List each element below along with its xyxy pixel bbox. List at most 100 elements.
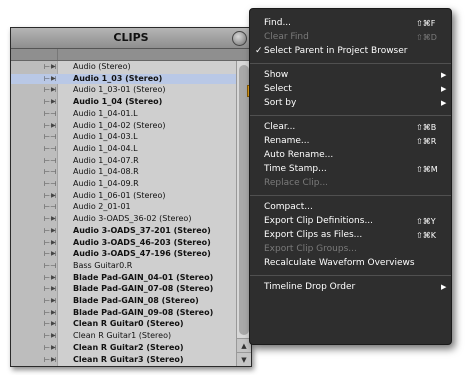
menu-item-label: Rename... [264,136,310,146]
clip-glyph-icon: ⊢⊣ [44,144,57,153]
clip-row[interactable]: ⊢⊣ ▶ Audio 1_06-01 (Stereo) [11,191,236,202]
clip-row[interactable]: ⊢⊣ ▶ Audio 3-OADS_47-196 (Stereo) [11,249,236,260]
menu-separator [250,63,451,64]
menu-item-label: Recalculate Waveform Overviews [264,258,415,268]
clip-row[interactable]: ⊢⊣ ▶ Clean R Guitar3 (Stereo) [11,355,236,366]
clip-row[interactable]: ⊢⊣ ▶ Clean R Guitar1 (Stereo) [11,331,236,342]
clip-row[interactable]: ⊢⊣ Audio 1_04-09.R [11,179,236,190]
menu-item-export-clips-as-files[interactable]: Export Clips as Files... ⇧⌘K [250,229,451,242]
menu-item-compact[interactable]: Compact... [250,201,451,214]
clip-row[interactable]: ⊢⊣ ▶ Audio 3-OADS_36-02 (Stereo) [11,214,236,225]
menu-item-label: Compact... [264,202,313,212]
clip-row[interactable]: ⊢⊣ ▶ Blade Pad-GAIN_07-08 (Stereo) [11,284,236,295]
clip-name: Audio 1_03-01 (Stereo) [73,85,166,95]
menu-item-select[interactable]: Select ▶ [250,83,451,96]
submenu-arrow-icon: ▶ [441,71,447,79]
clip-name: Clean R Guitar3 (Stereo) [73,354,184,364]
clip-row[interactable]: ⊢⊣ ▶ Audio 1_03 (Stereo) [11,73,236,85]
disclosure-triangle-icon[interactable]: ▶ [51,97,56,108]
disclosure-triangle-icon[interactable]: ▶ [51,296,56,307]
menu-item-replace-clip: Replace Clip... [250,177,451,190]
clip-name: Audio 3-OADS_37-201 (Stereo) [73,225,211,235]
menu-item-label: Clear... [264,122,296,132]
clip-name: Audio 1_04-03.L [73,132,138,142]
disclosure-triangle-icon[interactable]: ▶ [51,249,56,260]
clip-row[interactable]: ⊢⊣ ▶ Clean R Guitar2 (Stereo) [11,343,236,354]
menu-item-clear[interactable]: Clear... ⇧⌘B [250,121,451,134]
menu-item-rename[interactable]: Rename... ⇧⌘R [250,135,451,148]
clip-row[interactable]: ⊢⊣ ▶ Audio 1_04-02 (Stereo) [11,121,236,132]
menu-item-show[interactable]: Show ▶ [250,69,451,82]
clip-glyph-icon: ⊢⊣ [44,180,57,188]
clips-panel: CLIPS ⊢⊣ ▶ Audio (Stereo) ⊢⊣ ▶ Audio 1_03 (St… [10,27,252,367]
clip-name: Audio 1_04-07.R [73,155,139,165]
disclosure-triangle-icon[interactable]: ▶ [51,74,56,85]
clip-name: Audio 1_06-01 (Stereo) [73,190,166,200]
clip-row[interactable]: ⊢⊣ ▶ Audio 3-OADS_46-203 (Stereo) [11,238,236,249]
clip-row[interactable]: ⊢⊣ ▶ Audio (Stereo) [11,62,236,73]
menu-item-timeline-drop-order[interactable]: Timeline Drop Order ▶ [250,281,451,294]
menu-item-time-stamp[interactable]: Time Stamp... ⇧⌘M [250,163,451,176]
menu-item-sort-by[interactable]: Sort by ▶ [250,97,451,110]
menu-item-label: Export Clip Definitions... [264,216,374,226]
disclosure-triangle-icon[interactable]: ▶ [51,238,56,249]
menu-item-auto-rename[interactable]: Auto Rename... [250,149,451,162]
menu-item-shortcut: ⇧⌘M [416,165,438,174]
disclosure-triangle-icon[interactable]: ▶ [51,273,56,284]
disclosure-triangle-icon[interactable]: ▶ [51,62,56,73]
menu-item-recalculate-waveform-overviews[interactable]: Recalculate Waveform Overviews [250,257,451,270]
disclosure-triangle-icon[interactable]: ▶ [51,121,56,132]
clip-glyph-icon: ⊢⊣ [44,133,57,142]
disclosure-triangle-icon[interactable]: ▶ [51,85,56,96]
menu-item-export-clip-definitions[interactable]: Export Clip Definitions... ⇧⌘Y [250,215,451,228]
disclosure-triangle-icon[interactable]: ▶ [51,343,56,354]
checkmark-icon: ✓ [255,46,263,56]
clip-row[interactable]: ⊢⊣ Audio 1_04-08.R [11,167,236,178]
disclosure-triangle-icon[interactable]: ▶ [51,226,56,237]
submenu-arrow-icon: ▶ [441,99,447,107]
clip-row[interactable]: ⊢⊣ ▶ Audio 3-OADS_37-201 (Stereo) [11,226,236,237]
menu-item-find[interactable]: Find... ⇧⌘F [250,17,451,30]
clip-row[interactable]: ⊢⊣ Audio 2_01-01 [11,202,236,213]
disclosure-triangle-icon[interactable]: ▶ [51,331,56,342]
clip-row[interactable]: ⊢⊣ Audio 1_04-04.L [11,144,236,155]
menu-separator [250,115,451,116]
disclosure-triangle-icon[interactable]: ▶ [51,308,56,319]
clip-row[interactable]: ⊢⊣ Audio 1_04-01.L [11,109,236,120]
clip-row[interactable]: ⊢⊣ ▶ Blade Pad-GAIN_08 (Stereo) [11,296,236,307]
menu-separator [250,195,451,196]
menu-item-shortcut: ⇧⌘K [416,231,436,240]
clip-row[interactable]: ⊢⊣ ▶ Clean R Guitar0 (Stereo) [11,319,236,330]
disclosure-triangle-icon[interactable]: ▶ [51,191,56,202]
disclosure-triangle-icon[interactable]: ▶ [51,355,56,366]
clip-name: Audio 1_04-02 (Stereo) [73,120,166,130]
clip-row[interactable]: ⊢⊣ ▶ Audio 1_03-01 (Stereo) [11,85,236,96]
clip-row[interactable]: ⊢⊣ Bass Guitar0.R [11,261,236,272]
clips-panel-title: CLIPS [113,31,149,44]
menu-item-label: Sort by [264,98,297,108]
menu-item-select-parent-in-project-browser[interactable]: ✓ Select Parent in Project Browser [250,45,451,58]
menu-item-shortcut: ⇧⌘R [416,137,437,146]
menu-item-label: Select [264,84,292,94]
menu-item-label: Show [264,70,289,80]
disclosure-triangle-icon[interactable]: ▶ [51,284,56,295]
scroll-thumb[interactable] [239,65,249,335]
clip-row[interactable]: ⊢⊣ Audio 1_04-03.L [11,132,236,143]
clip-glyph-icon: ⊢⊣ [44,261,57,270]
disclosure-triangle-icon[interactable]: ▶ [51,214,56,225]
clip-row[interactable]: ⊢⊣ Audio 1_04-07.R [11,156,236,167]
scroll-down-icon[interactable]: ▼ [237,352,251,366]
clip-row[interactable]: ⊢⊣ ▶ Blade Pad-GAIN_09-08 (Stereo) [11,308,236,319]
clip-name: Audio 1_04-09.R [73,179,139,188]
clip-name: Clean R Guitar1 (Stereo) [73,331,172,341]
clip-name: Blade Pad-GAIN_09-08 (Stereo) [73,307,214,317]
disclosure-triangle-icon[interactable]: ▶ [51,319,56,330]
clip-row[interactable]: ⊢⊣ ▶ Audio 1_04 (Stereo) [11,97,236,108]
clip-name: Audio 1_04-04.L [73,143,138,153]
panel-menu-button[interactable] [232,31,247,46]
clip-name: Clean R Guitar2 (Stereo) [73,342,184,352]
clips-column-bar [11,49,251,61]
clip-row[interactable]: ⊢⊣ ▶ Blade Pad-GAIN_04-01 (Stereo) [11,273,236,284]
column-divider[interactable] [57,49,58,60]
clip-name: Audio 1_04-08.R [73,167,139,177]
